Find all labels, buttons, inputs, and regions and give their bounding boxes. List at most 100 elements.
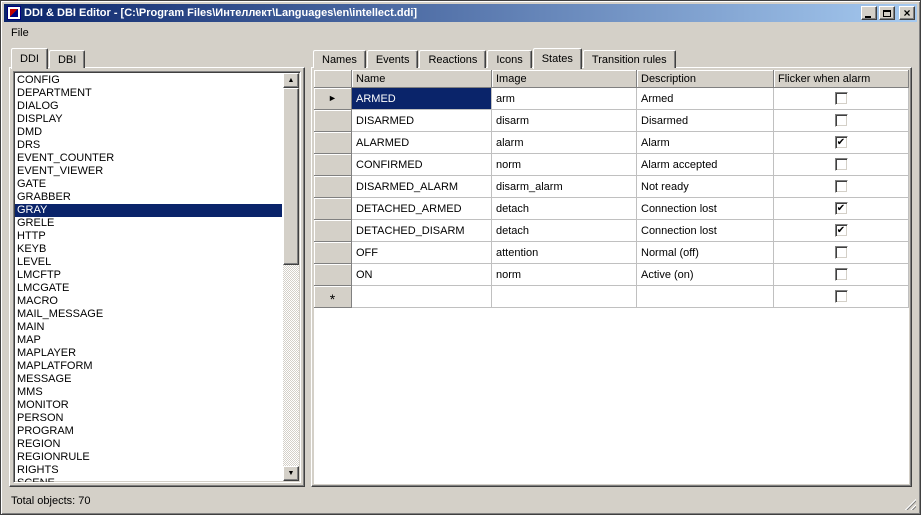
list-item[interactable]: MAPLAYER — [15, 347, 282, 360]
list-item[interactable]: MACRO — [15, 295, 282, 308]
list-item[interactable]: DRS — [15, 139, 282, 152]
cell-flicker[interactable] — [774, 110, 909, 132]
cell-flicker[interactable] — [774, 264, 909, 286]
cell-image[interactable]: norm — [492, 154, 637, 176]
list-item[interactable]: PERSON — [15, 412, 282, 425]
list-item[interactable]: GRELE — [15, 217, 282, 230]
list-item[interactable]: SCENE — [15, 477, 282, 482]
list-item[interactable]: KEYB — [15, 243, 282, 256]
scroll-down-button[interactable]: ▼ — [283, 466, 299, 481]
list-item[interactable]: PROGRAM — [15, 425, 282, 438]
cell-description[interactable]: Not ready — [637, 176, 774, 198]
row-header[interactable] — [314, 154, 352, 176]
tab-names[interactable]: Names — [313, 50, 366, 68]
cell-flicker[interactable] — [774, 88, 909, 110]
cell-name[interactable]: DISARMED — [352, 110, 492, 132]
row-header[interactable] — [314, 220, 352, 242]
tab-transition-rules[interactable]: Transition rules — [583, 50, 676, 68]
row-header[interactable] — [314, 110, 352, 132]
resize-grip[interactable] — [903, 497, 916, 510]
list-item[interactable]: MMS — [15, 386, 282, 399]
row-header[interactable] — [314, 176, 352, 198]
cell-flicker[interactable] — [774, 176, 909, 198]
flicker-checkbox[interactable] — [835, 158, 848, 171]
flicker-checkbox[interactable] — [835, 246, 848, 259]
list-item[interactable]: DIALOG — [15, 100, 282, 113]
cell-image[interactable] — [492, 286, 637, 308]
cell-description[interactable]: Connection lost — [637, 198, 774, 220]
cell-flicker[interactable]: ✔ — [774, 220, 909, 242]
list-item[interactable]: LMCGATE — [15, 282, 282, 295]
cell-description[interactable]: Connection lost — [637, 220, 774, 242]
list-item[interactable]: REGIONRULE — [15, 451, 282, 464]
tab-events[interactable]: Events — [367, 50, 419, 68]
cell-image[interactable]: detach — [492, 198, 637, 220]
cell-image[interactable]: norm — [492, 264, 637, 286]
column-header[interactable]: Flicker when alarm — [774, 70, 909, 88]
row-header[interactable]: ► — [314, 88, 352, 110]
cell-name[interactable]: DETACHED_DISARM — [352, 220, 492, 242]
cell-name[interactable]: OFF — [352, 242, 492, 264]
flicker-checkbox[interactable] — [835, 180, 848, 193]
flicker-checkbox[interactable]: ✔ — [835, 136, 848, 149]
list-item[interactable]: MAIN — [15, 321, 282, 334]
close-button[interactable]: × — [899, 6, 915, 20]
tab-states[interactable]: States — [533, 48, 582, 69]
list-item[interactable]: GRAY — [15, 204, 282, 217]
cell-image[interactable]: disarm_alarm — [492, 176, 637, 198]
cell-description[interactable]: Alarm accepted — [637, 154, 774, 176]
column-header[interactable]: Image — [492, 70, 637, 88]
list-item[interactable]: MAIL_MESSAGE — [15, 308, 282, 321]
minimize-button[interactable] — [861, 6, 877, 20]
row-header[interactable] — [314, 198, 352, 220]
list-item[interactable]: GRABBER — [15, 191, 282, 204]
list-item[interactable]: DEPARTMENT — [15, 87, 282, 100]
cell-name[interactable]: CONFIRMED — [352, 154, 492, 176]
column-header[interactable]: Description — [637, 70, 774, 88]
cell-image[interactable]: attention — [492, 242, 637, 264]
column-header[interactable]: Name — [352, 70, 492, 88]
list-item[interactable]: GATE — [15, 178, 282, 191]
tab-icons[interactable]: Icons — [487, 50, 531, 68]
cell-description[interactable]: Armed — [637, 88, 774, 110]
cell-flicker[interactable] — [774, 286, 909, 308]
list-item[interactable]: MAPLATFORM — [15, 360, 282, 373]
cell-description[interactable]: Disarmed — [637, 110, 774, 132]
flicker-checkbox[interactable] — [835, 114, 848, 127]
row-header[interactable] — [314, 264, 352, 286]
cell-description[interactable]: Alarm — [637, 132, 774, 154]
cell-image[interactable]: arm — [492, 88, 637, 110]
row-header[interactable]: * — [314, 286, 352, 308]
list-item[interactable]: DMD — [15, 126, 282, 139]
cell-image[interactable]: detach — [492, 220, 637, 242]
cell-flicker[interactable] — [774, 154, 909, 176]
cell-name[interactable]: DETACHED_ARMED — [352, 198, 492, 220]
cell-description[interactable]: Active (on) — [637, 264, 774, 286]
flicker-checkbox[interactable]: ✔ — [835, 224, 848, 237]
list-item[interactable]: DISPLAY — [15, 113, 282, 126]
cell-flicker[interactable]: ✔ — [774, 132, 909, 154]
cell-name[interactable]: ON — [352, 264, 492, 286]
cell-name[interactable] — [352, 286, 492, 308]
cell-image[interactable]: disarm — [492, 110, 637, 132]
list-item[interactable]: MONITOR — [15, 399, 282, 412]
list-scrollbar[interactable]: ▲ ▼ — [283, 73, 299, 481]
cell-description[interactable]: Normal (off) — [637, 242, 774, 264]
menu-file[interactable]: File — [4, 25, 36, 42]
flicker-checkbox[interactable]: ✔ — [835, 202, 848, 215]
cell-image[interactable]: alarm — [492, 132, 637, 154]
list-item[interactable]: LEVEL — [15, 256, 282, 269]
row-header[interactable] — [314, 132, 352, 154]
list-item[interactable]: EVENT_VIEWER — [15, 165, 282, 178]
cell-flicker[interactable] — [774, 242, 909, 264]
tab-reactions[interactable]: Reactions — [419, 50, 486, 68]
list-item[interactable]: REGION — [15, 438, 282, 451]
scroll-up-button[interactable]: ▲ — [283, 73, 299, 88]
flicker-checkbox[interactable] — [835, 268, 848, 281]
scrollbar-thumb[interactable] — [283, 88, 299, 265]
list-item[interactable]: MAP — [15, 334, 282, 347]
list-item[interactable]: HTTP — [15, 230, 282, 243]
list-item[interactable]: RIGHTS — [15, 464, 282, 477]
tab-ddi[interactable]: DDI — [11, 48, 48, 69]
list-item[interactable]: CONFIG — [15, 74, 282, 87]
